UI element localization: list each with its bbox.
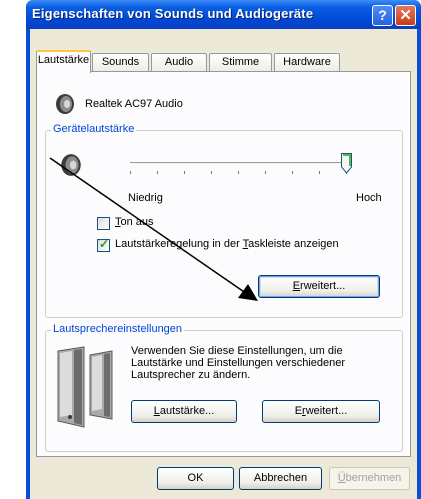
speaker-advanced-button[interactable]: Erweitert... bbox=[262, 400, 380, 423]
window-title: Eigenschaften von Sounds und Audiogeräte bbox=[32, 6, 314, 21]
close-button[interactable]: ✕ bbox=[395, 5, 416, 26]
slider-tick bbox=[319, 171, 320, 174]
tab-hardware[interactable]: Hardware bbox=[274, 53, 340, 72]
speaker-icon bbox=[56, 94, 74, 114]
volume-slider-thumb[interactable] bbox=[341, 153, 352, 174]
speaker-volume-button[interactable]: Lautstärke... bbox=[131, 400, 237, 423]
mute-label[interactable]: Ton aus bbox=[115, 216, 154, 228]
check-icon: ✓ bbox=[99, 237, 110, 251]
device-name: Realtek AC97 Audio bbox=[85, 98, 183, 110]
volume-speaker-icon bbox=[61, 154, 81, 176]
taskbar-label[interactable]: Lautstärkeregelung in der Taskleiste anz… bbox=[115, 238, 339, 250]
cancel-button[interactable]: Abbrechen bbox=[239, 467, 322, 490]
mute-checkbox[interactable] bbox=[97, 217, 110, 230]
speaker-settings-group-label: Lautsprechereinstellungen bbox=[51, 323, 185, 335]
slider-tick bbox=[265, 171, 266, 174]
volume-low-label: Niedrig bbox=[128, 192, 163, 204]
slider-tick bbox=[157, 171, 158, 174]
volume-high-label: Hoch bbox=[356, 192, 382, 204]
tab-audio[interactable]: Audio bbox=[151, 53, 207, 72]
slider-tick bbox=[292, 171, 293, 174]
slider-tick bbox=[130, 171, 131, 174]
slider-tick bbox=[211, 171, 212, 174]
taskbar-checkbox[interactable]: ✓ bbox=[97, 237, 110, 252]
dialog-window: Eigenschaften von Sounds und Audiogeräte… bbox=[26, 0, 421, 499]
title-bar[interactable]: Eigenschaften von Sounds und Audiogeräte… bbox=[26, 0, 421, 29]
slider-tick bbox=[184, 171, 185, 174]
tab-sounds[interactable]: Sounds bbox=[92, 53, 149, 72]
advanced-volume-button[interactable]: Erweitert... bbox=[258, 275, 380, 298]
tab-stimme[interactable]: Stimme bbox=[209, 53, 272, 72]
help-button[interactable]: ? bbox=[372, 5, 393, 26]
device-volume-group: Gerätelautstärke Niedrig Hoch Ton aus ✓ … bbox=[45, 123, 403, 318]
slider-tick bbox=[238, 171, 239, 174]
ok-button[interactable]: OK bbox=[157, 467, 234, 490]
tab-lautstaerke[interactable]: Lautstärke bbox=[36, 50, 91, 73]
speaker-settings-group: Lautsprechereinstellungen Verwenden Sie … bbox=[45, 323, 403, 452]
speaker-settings-description: Verwenden Sie diese Einstellungen, um di… bbox=[131, 345, 346, 381]
apply-button[interactable]: Übernehmen bbox=[329, 467, 410, 490]
tab-panel-lautstaerke: Realtek AC97 Audio Gerätelautstärke Nied… bbox=[36, 71, 411, 457]
speakers-icon bbox=[57, 346, 113, 428]
device-volume-group-label: Gerätelautstärke bbox=[51, 123, 137, 135]
volume-slider-track bbox=[130, 162, 346, 165]
dialog-client: Lautstärke Sounds Audio Stimme Hardware … bbox=[30, 29, 417, 499]
